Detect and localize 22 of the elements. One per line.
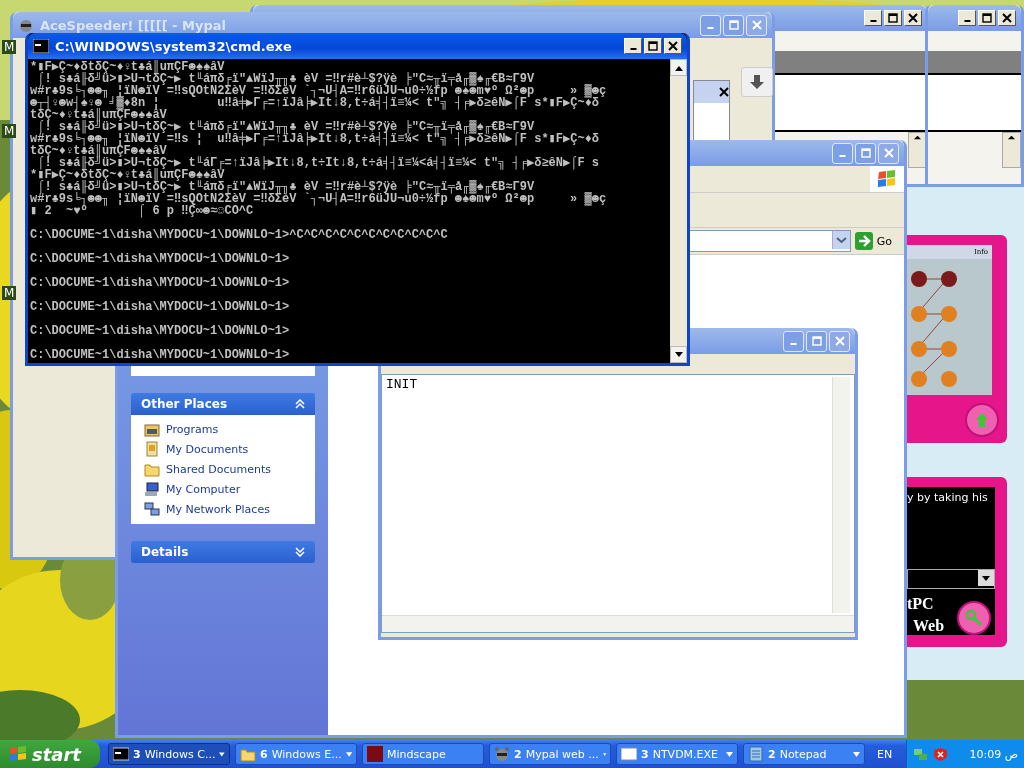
notepad-icon xyxy=(748,746,764,762)
window-icon xyxy=(621,746,637,762)
start-button[interactable]: start xyxy=(0,740,100,768)
raccoon-icon xyxy=(494,746,510,762)
taskbar-button[interactable]: 2 Mypal web ... xyxy=(489,743,611,765)
caret-icon xyxy=(853,751,860,757)
taskbar-button[interactable]: 6 Windows E... xyxy=(235,743,357,765)
taskbar-button[interactable]: 3 NTVDM.EXE xyxy=(616,743,738,765)
taskbar-button[interactable]: 2 Notepad xyxy=(743,743,865,765)
folder-icon xyxy=(240,746,256,762)
caret-icon xyxy=(219,751,225,757)
clock: 10:09 ص xyxy=(969,747,1018,761)
caret-icon xyxy=(345,751,352,757)
shield-icon[interactable] xyxy=(933,746,948,762)
windows-logo-icon xyxy=(8,745,28,763)
square-icon xyxy=(367,746,383,762)
caret-icon xyxy=(602,751,606,757)
language-indicator[interactable]: EN xyxy=(873,747,897,761)
caret-icon xyxy=(726,751,733,757)
taskbar-button[interactable]: 3 Windows C... xyxy=(108,743,230,765)
taskbar-button[interactable]: Mindscape xyxy=(362,743,484,765)
console-icon xyxy=(113,746,129,762)
